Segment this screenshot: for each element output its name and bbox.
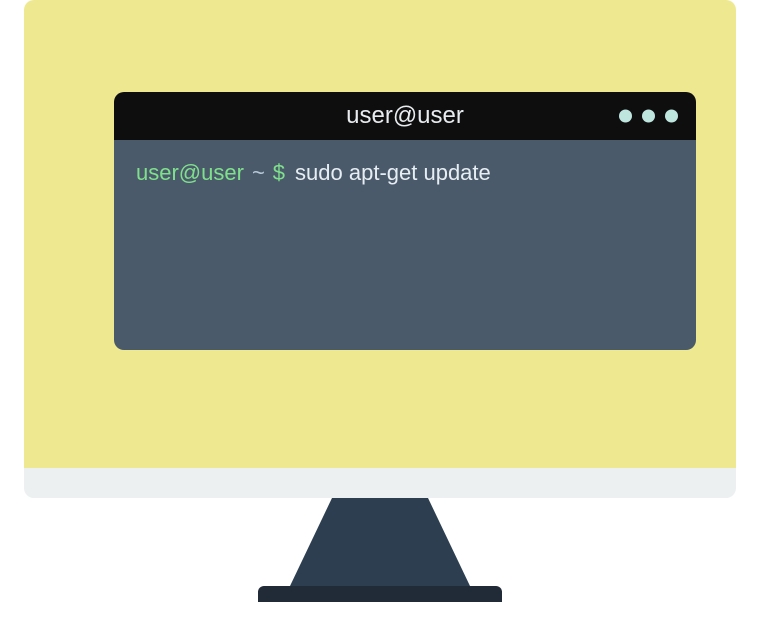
- terminal-body[interactable]: user@user ~ $ sudo apt-get update: [114, 140, 696, 350]
- terminal-titlebar: user@user: [114, 92, 696, 140]
- monitor-bezel: [24, 468, 736, 498]
- prompt-path: ~: [252, 158, 265, 189]
- terminal-prompt-line: user@user ~ $ sudo apt-get update: [136, 158, 674, 189]
- monitor-stand-neck: [332, 498, 428, 586]
- window-minimize-icon[interactable]: [619, 110, 632, 123]
- prompt-symbol: $: [273, 158, 285, 189]
- terminal-window: user@user user@user ~ $ sudo apt-get upd…: [114, 92, 696, 350]
- terminal-title: user@user: [346, 102, 464, 130]
- window-controls: [619, 110, 678, 123]
- window-close-icon[interactable]: [665, 110, 678, 123]
- prompt-user: user@user: [136, 158, 244, 189]
- terminal-command-input[interactable]: sudo apt-get update: [295, 158, 491, 189]
- monitor-stand-base: [258, 586, 502, 602]
- monitor-screen: user@user user@user ~ $ sudo apt-get upd…: [24, 0, 736, 468]
- window-maximize-icon[interactable]: [642, 110, 655, 123]
